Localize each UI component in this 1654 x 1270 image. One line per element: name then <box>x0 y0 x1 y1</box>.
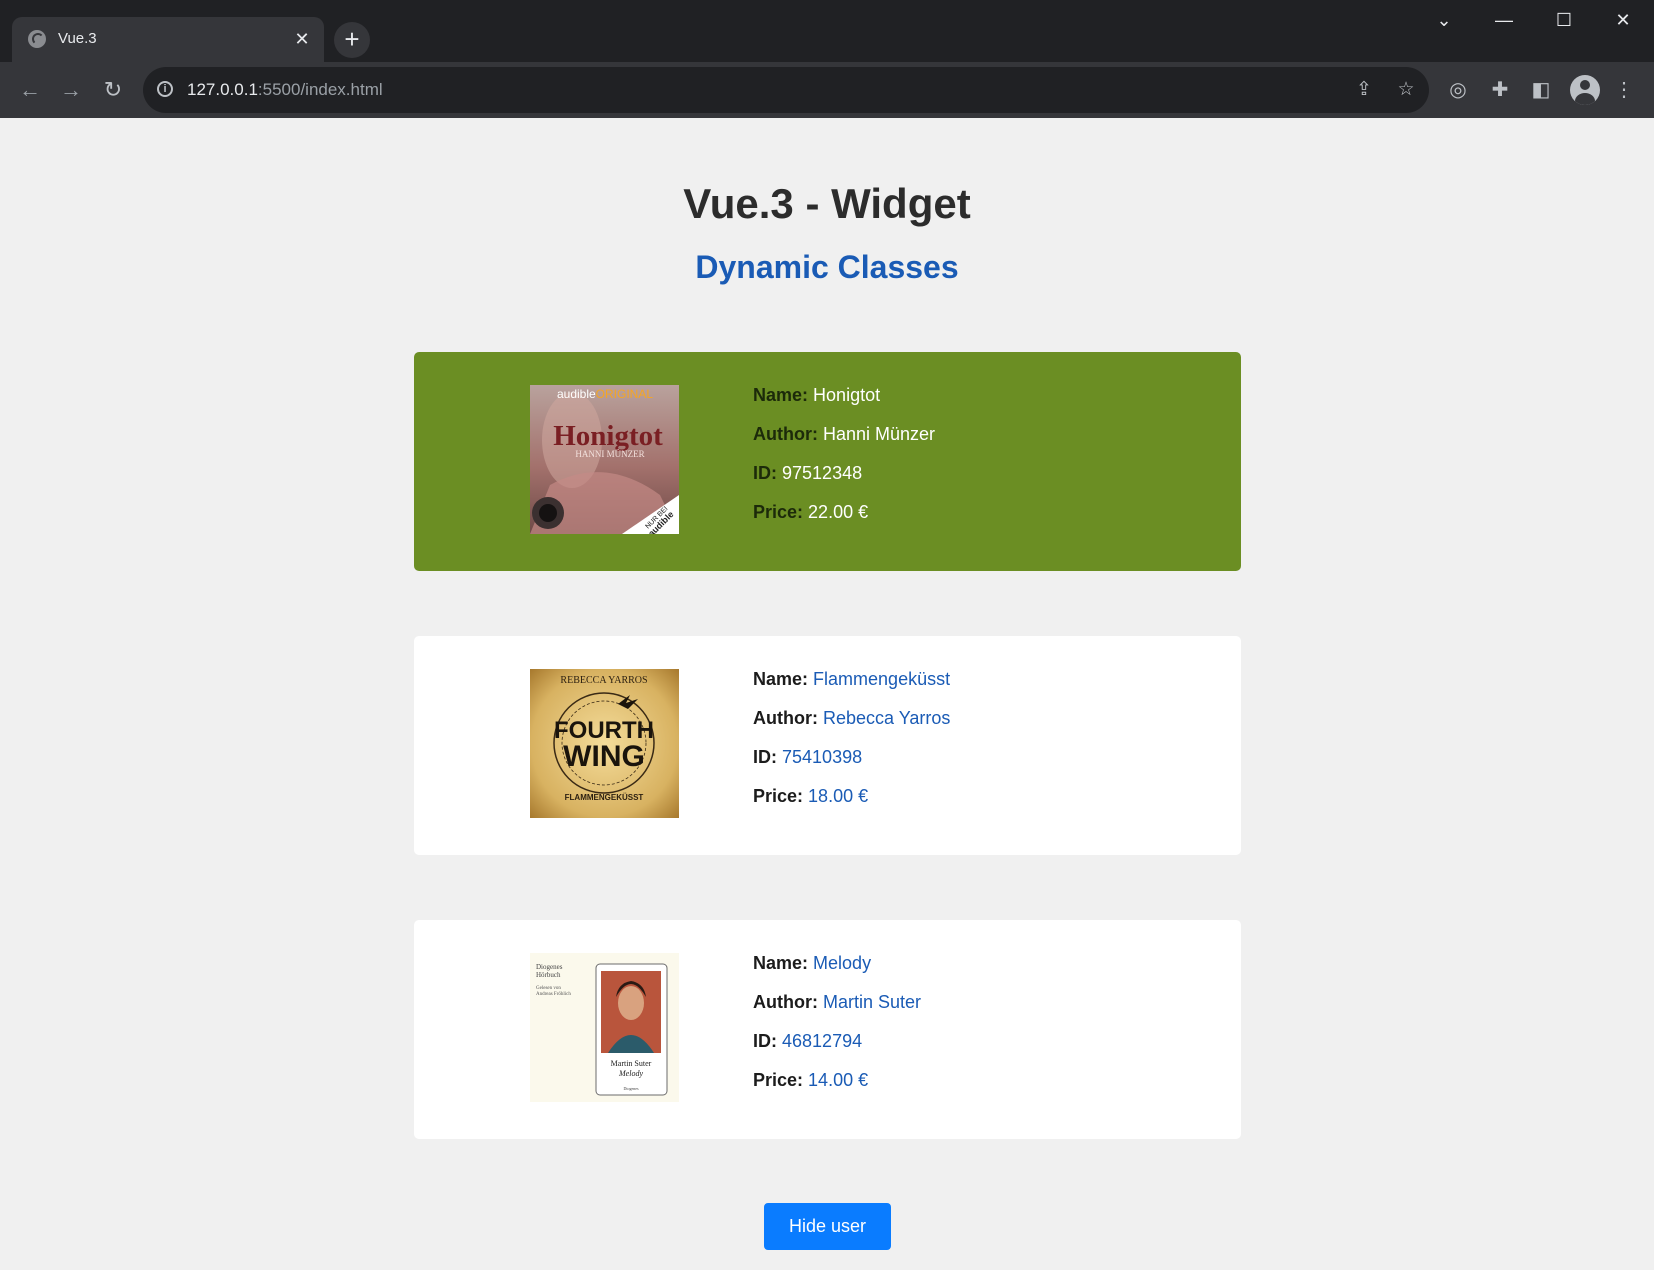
page-subtitle: Dynamic Classes <box>695 249 959 285</box>
globe-icon <box>28 30 46 48</box>
book-price: 18.00 € <box>808 786 869 806</box>
close-tab-icon[interactable]: ✕ <box>290 27 314 51</box>
book-price-row: Price: 14.00 € <box>753 1070 869 1090</box>
book-name: Honigtot <box>813 385 881 405</box>
book-cover-image: REBECCA YARROS FOURTH WING FLAMMENGEKÜSS… <box>530 669 679 818</box>
svg-text:audibleORIGINAL: audibleORIGINAL <box>557 387 653 401</box>
book-name: Flammengeküsst <box>813 669 951 689</box>
book-card: REBECCA YARROS FOURTH WING FLAMMENGEKÜSS… <box>414 636 1241 855</box>
svg-text:Hörbuch: Hörbuch <box>536 971 561 979</box>
book-author: Rebecca Yarros <box>823 708 951 728</box>
profile-avatar-icon[interactable] <box>1570 75 1600 105</box>
svg-text:Diogenes: Diogenes <box>536 963 563 971</box>
book-details: Name: Honigtot Author: Hanni Münzer ID: … <box>753 380 935 536</box>
extension-target-icon[interactable]: ◎ <box>1445 77 1471 103</box>
page-title: Vue.3 - Widget <box>683 180 971 227</box>
svg-text:Gelesen von: Gelesen von <box>536 986 561 991</box>
url-text[interactable]: 127.0.0.1:5500/index.html <box>187 80 383 100</box>
menu-kebab-icon[interactable]: ⋮ <box>1611 77 1637 103</box>
svg-text:WING: WING <box>563 740 645 773</box>
browser-tab[interactable]: Vue.3 ✕ <box>12 17 324 62</box>
svg-text:Honigtot: Honigtot <box>553 420 663 452</box>
svg-text:Melody: Melody <box>618 1069 643 1078</box>
bookmark-star-icon[interactable]: ☆ <box>1395 79 1417 101</box>
svg-text:Martin Suter: Martin Suter <box>611 1059 652 1068</box>
book-name-row: Name: Flammengeküsst <box>753 669 951 689</box>
book-id: 46812794 <box>782 1031 863 1051</box>
book-card: Diogenes Hörbuch Gelesen von Andreas Frö… <box>414 920 1241 1139</box>
book-details: Name: Flammengeküsst Author: Rebecca Yar… <box>753 664 950 820</box>
browser-toolbar: ← → ↻ i 127.0.0.1:5500/index.html ⇪ ☆ ◎ … <box>0 62 1654 118</box>
book-id-row: ID: 97512348 <box>753 463 863 483</box>
book-author-row: Author: Martin Suter <box>753 992 922 1012</box>
book-card: audibleORIGINAL Honigtot HANNI MÜNZER NU… <box>414 352 1241 571</box>
book-name: Melody <box>813 953 872 973</box>
book-id-row: ID: 46812794 <box>753 1031 863 1051</box>
minimize-icon[interactable]: — <box>1475 0 1533 40</box>
hide-user-button[interactable]: Hide user <box>764 1203 891 1250</box>
book-details: Name: Melody Author: Martin Suter ID: 46… <box>753 948 921 1104</box>
forward-icon[interactable]: → <box>57 76 85 104</box>
book-id: 75410398 <box>782 747 863 767</box>
book-cover-image: audibleORIGINAL Honigtot HANNI MÜNZER NU… <box>530 385 679 534</box>
book-author-row: Author: Hanni Münzer <box>753 424 936 444</box>
tab-title: Vue.3 <box>58 30 97 47</box>
svg-text:Andreas Fröhlich: Andreas Fröhlich <box>536 992 571 997</box>
address-bar[interactable]: i 127.0.0.1:5500/index.html ⇪ ☆ <box>143 67 1429 113</box>
book-author: Martin Suter <box>823 992 922 1012</box>
book-price-row: Price: 22.00 € <box>753 502 869 522</box>
book-name-row: Name: Melody <box>753 953 872 973</box>
book-author-row: Author: Rebecca Yarros <box>753 708 951 728</box>
book-price: 22.00 € <box>808 502 869 522</box>
svg-text:REBECCA YARROS: REBECCA YARROS <box>560 675 647 686</box>
book-price-row: Price: 18.00 € <box>753 786 869 806</box>
book-id-row: ID: 75410398 <box>753 747 863 767</box>
svg-text:FLAMMENGEKÜSST: FLAMMENGEKÜSST <box>565 793 644 802</box>
new-tab-button[interactable]: + <box>334 22 370 58</box>
close-window-icon[interactable]: ✕ <box>1594 0 1652 40</box>
site-info-icon[interactable]: i <box>157 81 173 97</box>
browser-titlebar: Vue.3 ✕ + ⌄ — ☐ ✕ <box>0 0 1654 62</box>
svg-text:Diogenes: Diogenes <box>623 1086 639 1091</box>
reload-icon[interactable]: ↻ <box>99 76 127 104</box>
extensions-puzzle-icon[interactable]: ✚ <box>1487 77 1513 103</box>
book-id: 97512348 <box>782 463 863 483</box>
back-icon[interactable]: ← <box>16 76 44 104</box>
maximize-icon[interactable]: ☐ <box>1535 0 1593 40</box>
share-icon[interactable]: ⇪ <box>1353 79 1375 101</box>
tab-search-icon[interactable]: ⌄ <box>1415 0 1473 40</box>
page-content: Vue.3 - Widget Dynamic Classes audibleOR… <box>0 118 1654 1270</box>
book-name-row: Name: Honigtot <box>753 385 881 405</box>
book-author: Hanni Münzer <box>823 424 936 444</box>
side-panel-icon[interactable]: ◧ <box>1528 77 1554 103</box>
svg-text:HANNI MÜNZER: HANNI MÜNZER <box>575 449 644 459</box>
book-price: 14.00 € <box>808 1070 869 1090</box>
book-cover-image: Diogenes Hörbuch Gelesen von Andreas Frö… <box>530 953 679 1102</box>
